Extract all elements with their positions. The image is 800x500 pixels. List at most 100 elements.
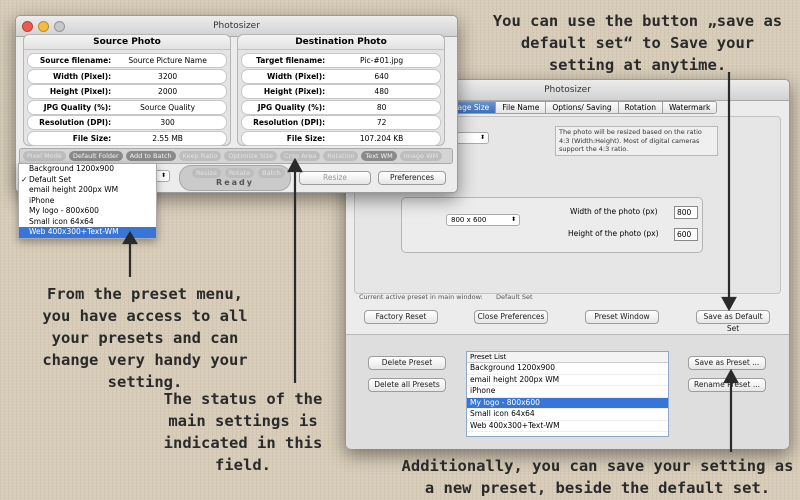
preset-list-item[interactable]: Small icon 64x64	[467, 409, 668, 421]
destination-info-label: Height (Pixel):	[263, 87, 326, 97]
preset-list-item[interactable]: email height 200px WM	[467, 375, 668, 386]
destination-info-row: JPG Quality (%): 80	[241, 99, 441, 115]
preset-section: Delete Preset Delete all Presets Preset …	[346, 334, 789, 449]
annotation-save-default-text: You can use the button „save as default …	[492, 12, 783, 74]
source-info-label: Height (Pixel):	[49, 87, 112, 97]
preset-list[interactable]: Preset List Background 1200x900 email hei…	[466, 351, 669, 437]
source-info-label: File Size:	[72, 134, 112, 143]
preset-menu-item[interactable]: ✓ Default Set	[19, 175, 156, 186]
source-info-value: Source Quality	[140, 102, 196, 112]
preset-menu-item-label: Small icon 64x64	[29, 216, 94, 226]
rename-preset-button[interactable]: Rename Preset ...	[688, 378, 766, 392]
height-label: Height of the photo (px)	[568, 229, 659, 238]
destination-info-label: Target filename:	[256, 56, 326, 65]
preset-menu-item[interactable]: email height 200px WM	[19, 185, 156, 196]
preset-menu-item[interactable]: Small icon 64x64	[19, 217, 156, 228]
source-info-row: Width (Pixel): 3200	[27, 68, 227, 84]
destination-info-value: 80	[376, 102, 387, 112]
current-preset-value: Default Set	[496, 293, 533, 301]
destination-info-row: Resolution (DPI): 72	[241, 115, 441, 131]
preset-list-item[interactable]: iPhone	[467, 386, 668, 398]
delete-preset-button[interactable]: Delete Preset	[368, 356, 446, 370]
source-info-value: 300	[160, 118, 175, 128]
small-rotate-button[interactable]: Rotate	[224, 168, 255, 178]
minimize-icon[interactable]	[38, 21, 49, 32]
ratio-select[interactable]	[455, 132, 489, 144]
preset-menu-item[interactable]: Background 1200x900	[19, 164, 156, 175]
destination-info-value: 107.204 KB	[359, 134, 404, 143]
preset-list-item[interactable]: Background 1200x900	[467, 363, 668, 375]
source-info-row: Height (Pixel): 2000	[27, 84, 227, 100]
close-preferences-button[interactable]: Close Preferences	[474, 310, 548, 324]
zoom-icon[interactable]	[54, 21, 65, 32]
destination-info-value: 640	[374, 71, 389, 81]
save-as-default-button[interactable]: Save as Default Set	[696, 310, 770, 333]
save-as-preset-button[interactable]: Save as Preset ...	[688, 356, 766, 370]
status-chip: Add to Batch	[125, 151, 176, 161]
destination-info-label: JPG Quality (%):	[257, 102, 326, 112]
width-input[interactable]: 800	[674, 206, 698, 219]
status-field: Pixel Mode Default Folder Add to Batch Keep…	[19, 148, 453, 164]
annotation-save-default: You can use the button „save as default …	[485, 10, 790, 76]
size-group: 800 x 600 Width of the photo (px) 800 He…	[401, 197, 703, 253]
source-info-value: 3200	[158, 71, 178, 81]
status-chip: Default Folder	[68, 151, 123, 161]
destination-info-row: Height (Pixel): 480	[241, 84, 441, 100]
resize-button[interactable]: Resize	[299, 171, 371, 185]
source-info-label: Source filename:	[39, 56, 112, 65]
status-chip: Crop Area	[280, 151, 321, 161]
source-info-label: Width (Pixel):	[53, 71, 112, 81]
preset-list-header: Preset List	[467, 352, 668, 363]
preset-menu-item[interactable]: iPhone	[19, 196, 156, 207]
destination-info-row: File Size: 107.204 KB	[241, 131, 441, 146]
small-buttons: Resize Rotate Batch	[192, 168, 285, 178]
source-info-value: Source Picture Name	[128, 56, 207, 65]
annotation-save-preset: Additionally, you can save your setting …	[400, 455, 795, 499]
preset-window-button[interactable]: Preset Window	[585, 310, 659, 324]
source-info-row: File Size: 2.55 MB	[27, 131, 227, 146]
status-chip: Optimize Size	[224, 151, 278, 161]
destination-info-label: Width (Pixel):	[267, 71, 326, 81]
annotation-preset-menu: From the preset menu, you have access to…	[30, 283, 260, 393]
small-batch-button[interactable]: Batch	[258, 168, 285, 178]
preset-menu: Background 1200x900 ✓ Default Set email hei…	[18, 163, 157, 239]
source-info-value: 2.55 MB	[152, 134, 183, 143]
source-info-value: 2000	[158, 87, 178, 97]
height-input[interactable]: 600	[674, 228, 698, 241]
source-info-label: JPG Quality (%):	[43, 102, 112, 112]
delete-all-presets-button[interactable]: Delete all Presets	[368, 378, 446, 392]
source-info-label: Resolution (DPI):	[39, 118, 112, 128]
preferences-button[interactable]: Preferences	[378, 171, 446, 185]
close-icon[interactable]	[22, 21, 33, 32]
preset-menu-item-label: iPhone	[29, 195, 55, 205]
source-photo-panel: Source Photo Source filename: Source Pict…	[23, 34, 231, 146]
source-info-row: Resolution (DPI): 300	[27, 115, 227, 131]
tab-rotation[interactable]: Rotation	[618, 102, 663, 113]
tab-file-name[interactable]: File Name	[496, 102, 547, 113]
preset-menu-item[interactable]: My logo - 800x600	[19, 206, 156, 217]
ready-status: Ready	[216, 178, 254, 187]
destination-info-value: Pic-#01.jpg	[360, 56, 404, 65]
tab-watermark[interactable]: Watermark	[662, 102, 717, 113]
ratio-info-text: The photo will be resized based on the r…	[559, 128, 702, 153]
size-select[interactable]: 800 x 600	[446, 214, 520, 226]
preset-list-item[interactable]: Web 400x300+Text-WM	[467, 421, 668, 432]
preset-menu-item-label: Web 400x300+Text-WM	[29, 227, 119, 236]
ratio-info-box: The photo will be resized based on the r…	[555, 126, 718, 156]
preferences-window-title: Photosizer	[544, 85, 591, 95]
preset-menu-item-label: Default Set	[29, 174, 72, 184]
annotation-status-field: The status of the main settings is indic…	[158, 388, 328, 476]
status-chip: Keep Ratio	[178, 151, 222, 161]
small-resize-button[interactable]: Resize	[192, 168, 221, 178]
preset-menu-item[interactable]: Web 400x300+Text-WM	[19, 227, 156, 238]
factory-reset-button[interactable]: Factory Reset	[364, 310, 438, 324]
destination-info-row: Target filename: Pic-#01.jpg	[241, 53, 441, 68]
status-chips: Pixel Mode Default Folder Add to Batch Keep…	[20, 149, 452, 163]
destination-panel-header: Destination Photo	[238, 35, 444, 50]
destination-photo-panel: Destination Photo Target filename: Pic-#0…	[237, 34, 445, 146]
destination-info-value: 480	[374, 87, 389, 97]
tab-options-saving[interactable]: Options/ Saving	[546, 102, 619, 113]
status-chip: Rotation	[323, 151, 359, 161]
destination-info-label: Resolution (DPI):	[253, 118, 326, 128]
preset-list-item[interactable]: My logo - 800x600	[467, 397, 668, 409]
